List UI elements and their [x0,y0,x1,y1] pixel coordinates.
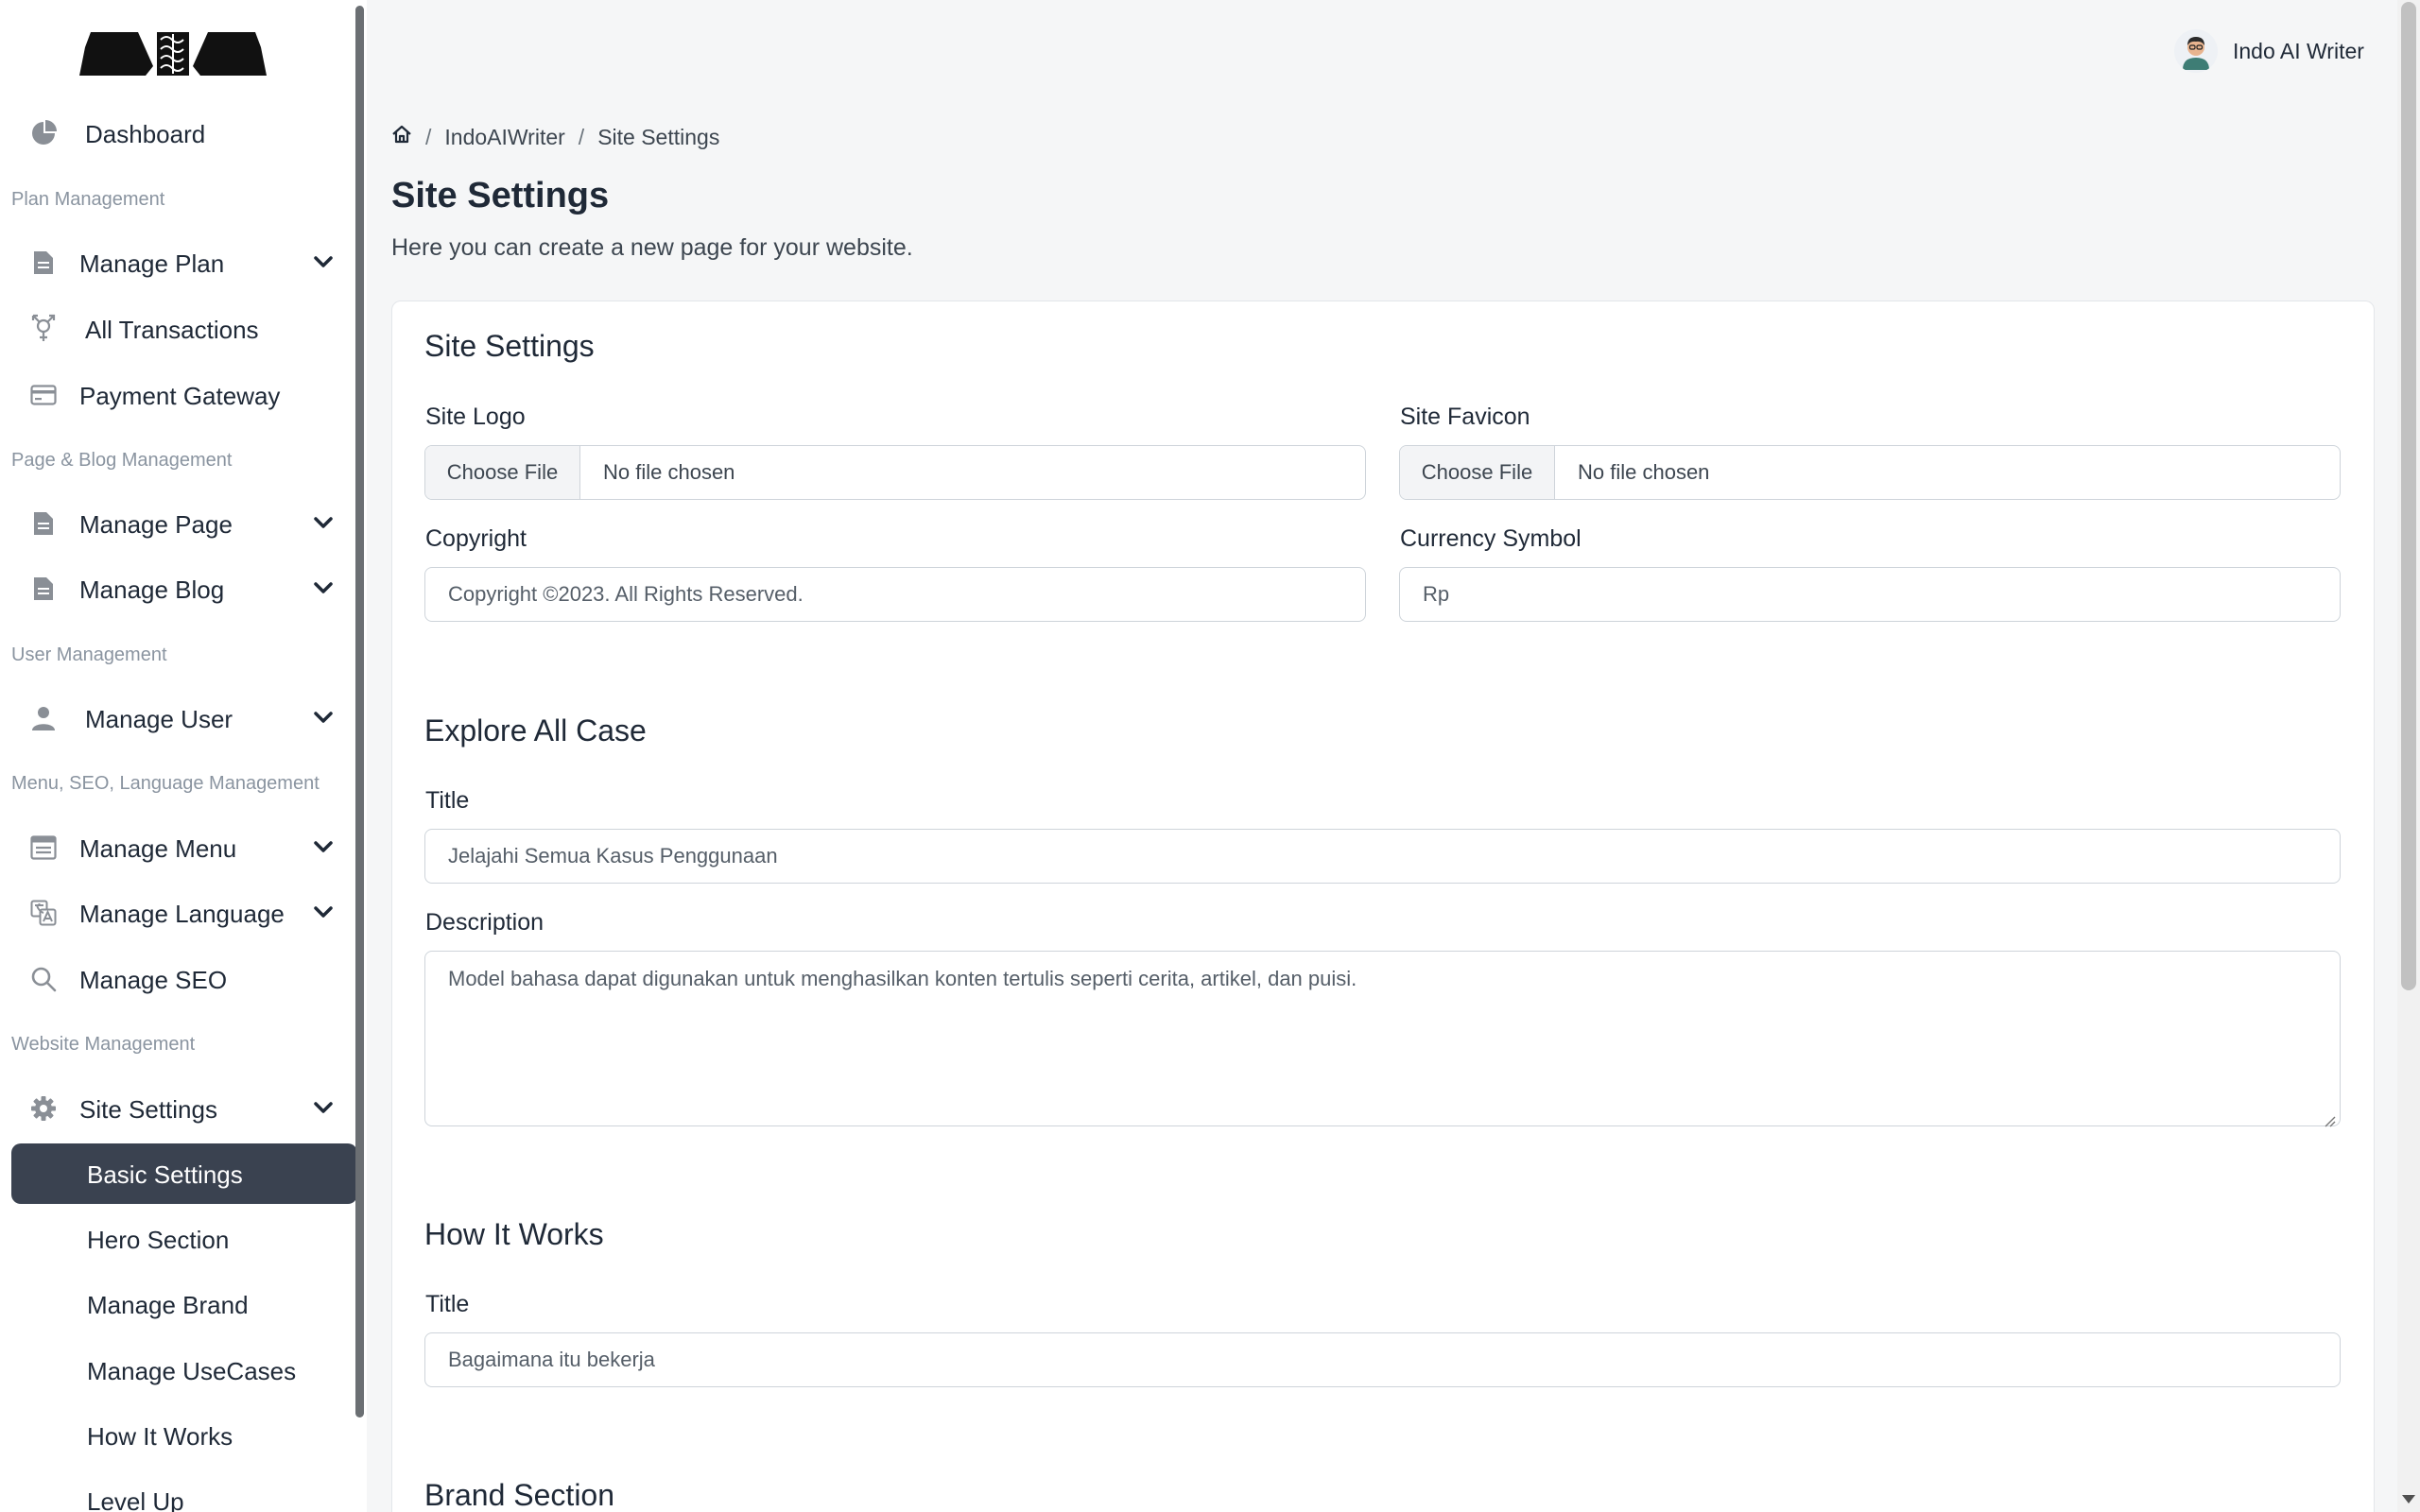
file-status-text: No file chosen [603,460,735,484]
chevron-down-icon[interactable] [310,1094,337,1121]
chevron-down-icon[interactable] [310,249,337,275]
chevron-down-icon[interactable] [310,833,337,860]
choose-file-button[interactable]: Choose File [425,446,580,499]
sidebar-item-label: Dashboard [85,120,206,148]
explore-description-textarea[interactable]: Model bahasa dapat digunakan untuk mengh… [424,951,2341,1127]
sidebar-subitem-label: Manage UseCases [87,1357,297,1385]
sidebar-item-label: Manage Language [79,900,285,928]
explore-description-label: Description [425,909,544,936]
site-favicon-label: Site Favicon [1400,404,1530,430]
breadcrumb: / IndoAIWriter / Site Settings [391,123,719,151]
sidebar-subitem-label: How It Works [87,1422,233,1451]
section-menu-seo-language: Menu, SEO, Language Management [11,773,320,794]
sidebar-item-manage-plan[interactable]: Manage Plan [11,232,357,294]
sidebar-item-label: Manage Menu [79,834,237,863]
home-icon[interactable] [391,124,412,150]
section-user-management: User Management [11,644,167,665]
copyright-label: Copyright [425,525,527,552]
sidebar-item-site-settings[interactable]: Site Settings [11,1077,357,1140]
sidebar-subitem-label: Basic Settings [87,1160,243,1189]
chevron-down-icon[interactable] [310,899,337,925]
search-icon [28,964,59,994]
document-icon [28,508,59,539]
sidebar-subitem-hero-section[interactable]: Hero Section [11,1209,357,1269]
explore-title-label: Title [425,787,470,814]
currency-symbol-label: Currency Symbol [1400,525,1582,552]
scroll-down-arrow-icon[interactable] [2402,1495,2415,1503]
sidebar-item-manage-page[interactable]: Manage Page [11,492,357,555]
document-icon [28,248,59,278]
sidebar-item-all-transactions[interactable]: All Transactions [11,298,357,360]
sidebar-subitem-level-up[interactable]: Level Up [11,1470,357,1512]
sidebar-scrollbar[interactable] [355,6,364,1418]
section-heading-how-it-works: How It Works [424,1217,604,1251]
file-status-text: No file chosen [1578,460,1710,484]
sidebar-item-label: Site Settings [79,1095,217,1124]
page-title: Site Settings [391,176,610,215]
sidebar-subitem-basic-settings[interactable]: Basic Settings [11,1143,357,1204]
section-heading-brand-section: Brand Section [424,1478,615,1512]
sidebar-item-label: Manage Blog [79,576,225,604]
sidebar-subitem-label: Hero Section [87,1226,230,1254]
section-heading-site-settings: Site Settings [424,329,595,363]
breadcrumb-link-indoaiwriter[interactable]: IndoAIWriter [444,125,564,150]
section-heading-explore-all-case: Explore All Case [424,713,647,747]
brand-logo[interactable] [78,30,268,77]
sidebar-item-payment-gateway[interactable]: Payment Gateway [11,364,357,426]
copyright-input[interactable]: Copyright ©2023. All Rights Reserved. [424,567,1366,622]
section-page-blog-management: Page & Blog Management [11,450,233,471]
explore-title-input[interactable]: Jelajahi Semua Kasus Penggunaan [424,829,2341,884]
sidebar-subitem-how-it-works[interactable]: How It Works [11,1405,357,1466]
sidebar-item-label: Manage Page [79,510,233,539]
chevron-down-icon[interactable] [310,704,337,730]
sidebar-subitem-manage-usecases[interactable]: Manage UseCases [11,1340,357,1400]
pie-chart-icon [28,118,59,148]
chevron-down-icon[interactable] [310,509,337,536]
page-scrollbar-thumb[interactable] [2401,2,2416,990]
site-logo-file-input[interactable]: Choose File No file chosen [424,445,1366,500]
sidebar-item-label: Manage SEO [79,966,228,994]
sidebar-item-label: Manage User [85,705,233,733]
explore-description-text: Model bahasa dapat digunakan untuk mengh… [448,967,1357,990]
sidebar-item-label: All Transactions [85,316,259,344]
section-website-management: Website Management [11,1034,196,1055]
sidebar-item-manage-language[interactable]: Manage Language [11,882,357,944]
site-favicon-file-input[interactable]: Choose File No file chosen [1399,445,2341,500]
currency-symbol-input[interactable]: Rp [1399,567,2341,622]
user-menu[interactable]: Indo AI Writer [2174,28,2364,74]
sidebar-item-dashboard[interactable]: Dashboard [11,102,357,164]
chevron-down-icon[interactable] [310,575,337,601]
user-name: Indo AI Writer [2233,38,2364,63]
sidebar-item-label: Payment Gateway [79,382,281,410]
avatar [2174,29,2218,73]
how-it-works-title-input[interactable]: Bagaimana itu bekerja [424,1332,2341,1387]
breadcrumb-separator: / [578,124,585,149]
sidebar-subitem-label: Level Up [87,1487,184,1512]
transgender-icon [28,314,59,344]
sidebar-item-manage-blog[interactable]: Manage Blog [11,558,357,620]
resize-grip-icon[interactable] [2323,1108,2336,1127]
sidebar-item-manage-user[interactable]: Manage User [11,687,357,749]
sidebar-subitem-manage-brand[interactable]: Manage Brand [11,1274,357,1334]
sidebar-item-label: Manage Plan [79,249,225,278]
person-icon [28,703,59,733]
how-it-works-title-label: Title [425,1291,470,1317]
page-subtitle: Here you can create a new page for your … [391,234,913,261]
translate-icon [28,898,59,928]
credit-card-icon [28,380,59,410]
section-plan-management: Plan Management [11,189,165,210]
sidebar-item-manage-menu[interactable]: Manage Menu [11,816,357,879]
sidebar-subitem-label: Manage Brand [87,1291,249,1319]
gear-icon [28,1093,59,1124]
menu-layout-icon [28,833,59,863]
breadcrumb-current: Site Settings [597,124,720,149]
breadcrumb-separator: / [425,124,432,149]
sidebar: Dashboard Plan Management Manage Plan Al… [0,0,367,1512]
document-icon [28,574,59,604]
site-logo-label: Site Logo [425,404,526,430]
sidebar-item-manage-seo[interactable]: Manage SEO [11,948,357,1010]
choose-file-button[interactable]: Choose File [1400,446,1555,499]
